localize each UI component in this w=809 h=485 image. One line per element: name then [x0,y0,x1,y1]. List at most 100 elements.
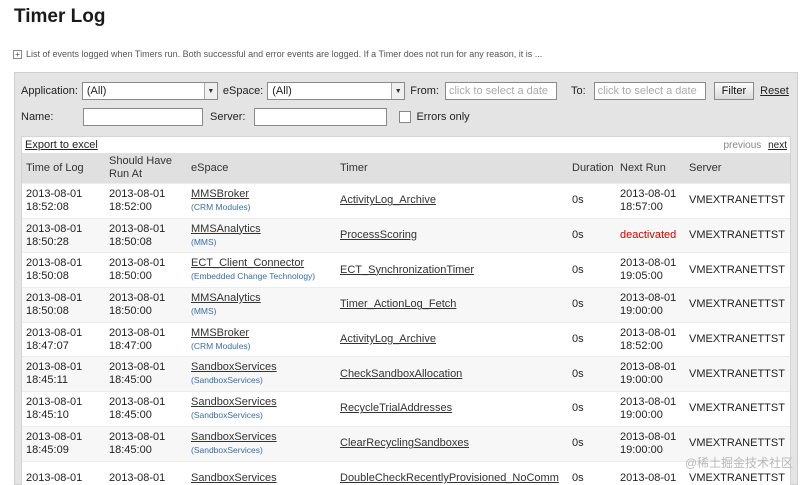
cell-should-have-run-at: 2013-08-01 [105,460,187,485]
cell-duration: 0s [568,425,616,461]
table-row: 2013-08-01 18:52:08 2013-08-01 18:52:00 MMSB… [22,183,790,219]
timer-link[interactable]: ClearRecyclingSandboxes [340,437,469,449]
cell-duration: 0s [568,391,616,427]
next-run-date: 2013-08-01 [620,291,677,304]
server-input[interactable] [254,108,388,126]
cell-timer: ProcessScoring [336,217,568,253]
name-input[interactable] [83,108,203,126]
cell-should-have-run-at: 2013-08-01 18:45:00 [105,425,187,461]
run-time: 18:50:00 [109,304,152,317]
espace-select[interactable]: (All) ▼ [267,82,406,100]
log-date: 2013-08-01 [26,257,83,270]
server-label: Server: [210,111,246,123]
cell-duration: 0s [568,356,616,392]
log-date: 2013-08-01 [26,430,83,443]
timer-link[interactable]: ActivityLog_Archive [340,194,436,206]
errors-only-checkbox[interactable] [399,111,412,123]
next-run-date: 2013-08-01 [620,257,677,270]
espace-link[interactable]: SandboxServices [191,361,332,374]
cell-espace: SandboxServices [187,460,336,485]
column-header-espace[interactable]: eSpace [187,153,336,184]
espace-application: (SandboxServices) [191,444,263,455]
log-date: 2013-08-01 [26,472,83,485]
espace-application: (SandboxServices) [191,375,263,386]
next-run-deactivated: deactivated [620,229,677,242]
to-label: To: [570,85,586,97]
timer-link[interactable]: CheckSandboxAllocation [340,368,462,380]
cell-server: VMEXTRANETTST [685,217,790,253]
column-header-duration[interactable]: Duration [568,153,616,184]
cell-next-run: 2013-08-01 18:57:00 [616,183,685,219]
espace-select-value: (All) [272,85,292,97]
next-run-time: 19:05:00 [620,270,663,283]
timer-link[interactable]: DoubleCheckRecentlyProvisioned_NoComm [340,472,559,484]
table-row: 2013-08-01 18:47:07 2013-08-01 18:47:00 MMSB… [22,321,790,357]
run-time: 18:45:00 [109,408,152,421]
espace-link[interactable]: MMSBroker [191,327,332,340]
cell-duration: 0s [568,217,616,253]
timer-link[interactable]: ProcessScoring [340,229,417,241]
run-date: 2013-08-01 [109,291,166,304]
run-date: 2013-08-01 [109,222,166,235]
chevron-down-icon[interactable]: ▼ [203,83,217,99]
export-to-excel-link[interactable]: Export to excel [25,139,98,151]
run-date: 2013-08-01 [109,187,166,200]
table-row: 2013-08-01 18:45:09 2013-08-01 18:45:00 Sand… [22,425,790,461]
espace-link[interactable]: ECT_Client_Connector [191,257,332,270]
cell-espace: SandboxServices (SandboxServices) [187,391,336,427]
log-date: 2013-08-01 [26,291,83,304]
chevron-down-icon[interactable]: ▼ [391,83,405,99]
run-time: 18:52:00 [109,200,152,213]
cell-time-of-log: 2013-08-01 18:47:07 [22,321,105,357]
timer-log-panel: Application: (All) ▼ eSpace: (All) ▼ Fro… [14,72,798,485]
from-label: From: [410,85,439,97]
espace-link[interactable]: SandboxServices [191,396,332,409]
espace-link[interactable]: SandboxServices [191,472,332,485]
espace-link[interactable]: MMSBroker [191,188,332,201]
cell-time-of-log: 2013-08-01 18:45:09 [22,425,105,461]
espace-link[interactable]: MMSAnalytics [191,292,332,305]
cell-next-run: 2013-08-01 18:52:00 [616,321,685,357]
table-row: 2013-08-01 18:45:11 2013-08-01 18:45:00 Sand… [22,356,790,392]
cell-timer: Timer_ActionLog_Fetch [336,287,568,323]
column-header-next-run[interactable]: Next Run [616,153,685,184]
from-date-input[interactable]: click to select a date [444,82,557,100]
run-time: 18:45:00 [109,374,152,387]
application-select-value: (All) [86,85,107,97]
column-header-should-have-run-at[interactable]: Should Have Run At [105,153,187,184]
filter-row-1: Application: (All) ▼ eSpace: (All) ▼ Fro… [21,82,789,100]
cell-timer: ActivityLog_Archive [336,183,568,219]
cell-time-of-log: 2013-08-01 [22,460,105,485]
column-header-time-of-log[interactable]: Time of Log [22,153,105,184]
timer-link[interactable]: ECT_SynchronizationTimer [340,264,474,276]
log-time: 18:47:07 [26,339,69,352]
next-run-date: 2013-08-01 [620,326,677,339]
espace-link[interactable]: MMSAnalytics [191,223,332,236]
cell-server: VMEXTRANETTST [685,321,790,357]
timer-link[interactable]: ActivityLog_Archive [340,333,436,345]
timer-link[interactable]: Timer_ActionLog_Fetch [340,298,456,310]
log-time: 18:50:08 [26,270,69,283]
column-header-timer[interactable]: Timer [336,153,568,184]
cell-next-run: 2013-08-01 19:00:00 [616,356,685,392]
cell-should-have-run-at: 2013-08-01 18:50:00 [105,252,187,288]
pager-next-link[interactable]: next [768,140,787,151]
application-label: Application: [21,85,78,97]
espace-link[interactable]: SandboxServices [191,431,332,444]
cell-espace: SandboxServices (SandboxServices) [187,425,336,461]
table-row: 2013-08-01 18:50:08 2013-08-01 18:50:00 MMSA… [22,287,790,323]
cell-duration: 0s [568,287,616,323]
to-date-input[interactable]: click to select a date [593,82,706,100]
log-date: 2013-08-01 [26,395,83,408]
application-select[interactable]: (All) ▼ [81,82,218,100]
run-time: 18:50:08 [109,235,152,248]
column-header-server[interactable]: Server [685,153,790,184]
expand-icon[interactable]: + [13,49,22,59]
cell-time-of-log: 2013-08-01 18:45:10 [22,391,105,427]
cell-timer: RecycleTrialAddresses [336,391,568,427]
reset-link[interactable]: Reset [760,85,789,97]
table-row: 2013-08-01 18:45:10 2013-08-01 18:45:00 Sand… [22,391,790,427]
timer-link[interactable]: RecycleTrialAddresses [340,402,452,414]
table-toolbar: Export to excel previous next [22,137,790,153]
filter-button[interactable]: Filter [713,82,755,100]
